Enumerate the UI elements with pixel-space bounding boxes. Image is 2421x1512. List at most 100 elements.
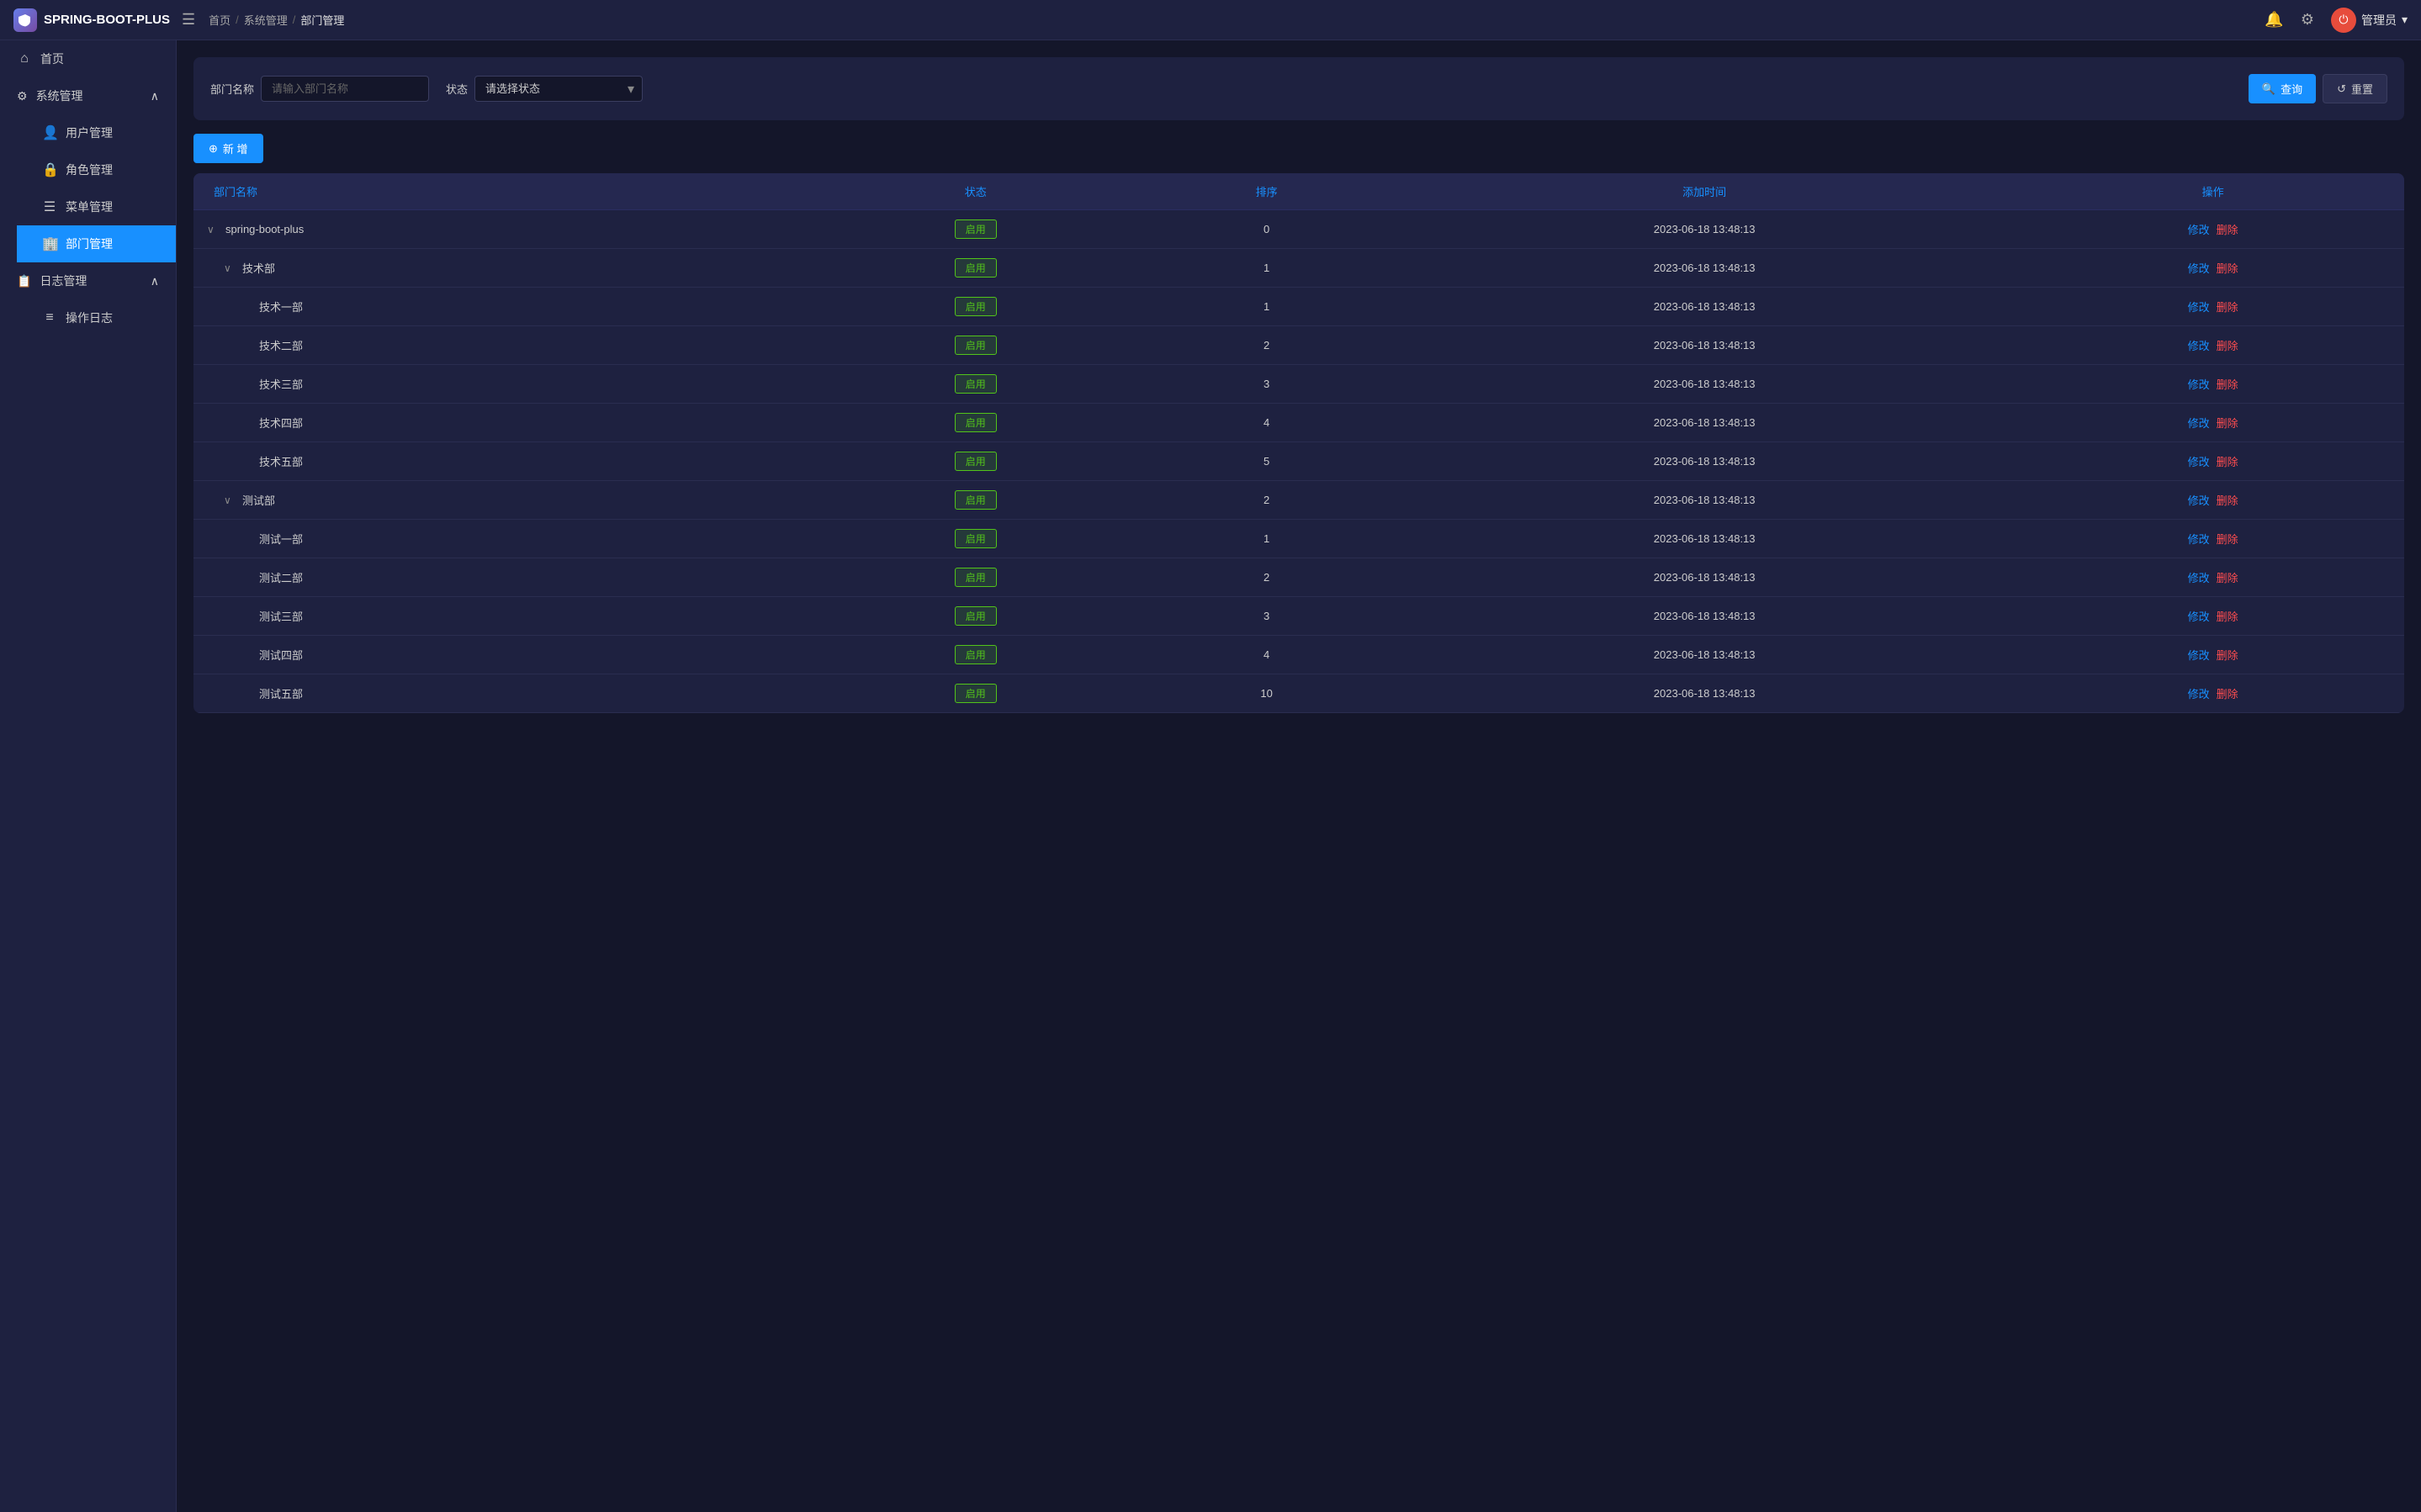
filter-row: 部门名称 状态 请选择状态 启用 禁用 🔍 xyxy=(210,74,2387,103)
status-cell: 启用 xyxy=(805,210,1146,249)
delete-button[interactable]: 删除 xyxy=(2217,301,2238,314)
sidebar-group-logs[interactable]: 📋 日志管理 ∧ xyxy=(0,262,176,299)
status-badge: 启用 xyxy=(955,336,997,355)
status-badge: 启用 xyxy=(955,219,997,239)
delete-button[interactable]: 删除 xyxy=(2217,262,2238,275)
search-button[interactable]: 🔍 查询 xyxy=(2249,74,2316,103)
filter-buttons: 🔍 查询 ↺ 重置 xyxy=(2249,74,2387,103)
status-select[interactable]: 请选择状态 启用 禁用 xyxy=(474,76,643,102)
delete-button[interactable]: 删除 xyxy=(2217,649,2238,662)
order-cell: 4 xyxy=(1146,636,1387,674)
menu-toggle-button[interactable]: ☰ xyxy=(182,11,195,29)
settings-icon[interactable]: ⚙ xyxy=(2301,11,2314,29)
add-time-cell: 2023-06-18 13:48:13 xyxy=(1387,365,2021,404)
add-time-cell: 2023-06-18 13:48:13 xyxy=(1387,442,2021,481)
users-icon: 👤 xyxy=(42,124,57,141)
dept-name-label: 部门名称 xyxy=(210,81,254,97)
order-cell: 3 xyxy=(1146,597,1387,636)
col-action: 操作 xyxy=(2021,173,2404,210)
edit-button[interactable]: 修改 xyxy=(2188,533,2210,546)
sidebar-item-home[interactable]: ⌂ 首页 xyxy=(0,40,176,77)
sidebar-item-oplogs[interactable]: ≡ 操作日志 xyxy=(17,299,176,336)
edit-button[interactable]: 修改 xyxy=(2188,301,2210,314)
delete-button[interactable]: 删除 xyxy=(2217,572,2238,584)
search-icon: 🔍 xyxy=(2262,82,2275,96)
add-time-cell: 2023-06-18 13:48:13 xyxy=(1387,636,2021,674)
col-order: 排序 xyxy=(1146,173,1387,210)
reset-button[interactable]: ↺ 重置 xyxy=(2323,74,2387,103)
action-cell: 修改删除 xyxy=(2021,404,2404,442)
delete-button[interactable]: 删除 xyxy=(2217,456,2238,468)
add-dept-button[interactable]: ⊕ 新 增 xyxy=(193,134,263,163)
table-row: 技术三部启用32023-06-18 13:48:13修改删除 xyxy=(193,365,2404,404)
breadcrumb-system[interactable]: 系统管理 xyxy=(244,12,288,28)
action-cell: 修改删除 xyxy=(2021,481,2404,520)
sidebar-item-users[interactable]: 👤 用户管理 xyxy=(17,114,176,151)
edit-button[interactable]: 修改 xyxy=(2188,262,2210,275)
status-badge: 启用 xyxy=(955,413,997,432)
tree-toggle-icon[interactable]: ∨ xyxy=(224,262,237,274)
status-cell: 启用 xyxy=(805,481,1146,520)
reset-icon: ↺ xyxy=(2337,82,2346,96)
dept-name-text: 测试一部 xyxy=(259,531,303,547)
breadcrumb-home[interactable]: 首页 xyxy=(209,12,230,28)
edit-button[interactable]: 修改 xyxy=(2188,378,2210,391)
add-time-cell: 2023-06-18 13:48:13 xyxy=(1387,674,2021,713)
delete-button[interactable]: 删除 xyxy=(2217,340,2238,352)
edit-button[interactable]: 修改 xyxy=(2188,456,2210,468)
action-cell: 修改删除 xyxy=(2021,442,2404,481)
sidebar-item-roles[interactable]: 🔒 角色管理 xyxy=(17,151,176,188)
delete-button[interactable]: 删除 xyxy=(2217,378,2238,391)
filter-bar: 部门名称 状态 请选择状态 启用 禁用 🔍 xyxy=(193,57,2404,120)
notification-icon[interactable]: 🔔 xyxy=(2265,11,2283,29)
order-cell: 4 xyxy=(1146,404,1387,442)
edit-button[interactable]: 修改 xyxy=(2188,688,2210,700)
user-menu[interactable]: ⏻ 管理员 ▾ xyxy=(2331,8,2408,33)
sidebar-logs-label: 日志管理 xyxy=(40,272,87,289)
status-cell: 启用 xyxy=(805,520,1146,558)
breadcrumb-sep-2: / xyxy=(293,13,296,26)
table-row: 测试五部启用102023-06-18 13:48:13修改删除 xyxy=(193,674,2404,713)
edit-button[interactable]: 修改 xyxy=(2188,494,2210,507)
dept-name-input[interactable] xyxy=(261,76,429,102)
dept-name-cell: 测试五部 xyxy=(193,674,805,713)
dept-name-filter-group: 部门名称 xyxy=(210,76,429,102)
sidebar-item-menus[interactable]: ☰ 菜单管理 xyxy=(17,188,176,225)
tree-toggle-icon[interactable]: ∨ xyxy=(224,494,237,506)
order-cell: 3 xyxy=(1146,365,1387,404)
delete-button[interactable]: 删除 xyxy=(2217,224,2238,236)
delete-button[interactable]: 删除 xyxy=(2217,417,2238,430)
status-cell: 启用 xyxy=(805,365,1146,404)
status-badge: 启用 xyxy=(955,374,997,394)
delete-button[interactable]: 删除 xyxy=(2217,688,2238,700)
delete-button[interactable]: 删除 xyxy=(2217,611,2238,623)
tree-toggle-icon[interactable]: ∨ xyxy=(207,224,220,235)
system-chevron-icon: ∧ xyxy=(151,89,159,103)
depts-icon: 🏢 xyxy=(42,235,57,252)
delete-button[interactable]: 删除 xyxy=(2217,494,2238,507)
edit-button[interactable]: 修改 xyxy=(2188,224,2210,236)
delete-button[interactable]: 删除 xyxy=(2217,533,2238,546)
status-cell: 启用 xyxy=(805,404,1146,442)
status-cell: 启用 xyxy=(805,326,1146,365)
dept-name-text: 测试部 xyxy=(242,492,275,508)
edit-button[interactable]: 修改 xyxy=(2188,417,2210,430)
dept-name-text: 技术五部 xyxy=(259,453,303,469)
action-bar: ⊕ 新 增 xyxy=(193,134,2404,163)
edit-button[interactable]: 修改 xyxy=(2188,572,2210,584)
table-row: 测试四部启用42023-06-18 13:48:13修改删除 xyxy=(193,636,2404,674)
main-layout: ⌂ 首页 ⚙ 系统管理 ∧ 👤 用户管理 🔒 角色管理 ☰ 菜单管理 xyxy=(0,40,2421,1512)
dept-name-text: 测试五部 xyxy=(259,685,303,701)
edit-button[interactable]: 修改 xyxy=(2188,611,2210,623)
dept-name-cell: ∨ 测试部 xyxy=(193,481,805,520)
status-cell: 启用 xyxy=(805,288,1146,326)
status-badge: 启用 xyxy=(955,645,997,664)
dept-name-cell: 技术一部 xyxy=(193,288,805,326)
dept-table-container: 部门名称 状态 排序 添加时间 操作 ∨spring-boot-plus启用02… xyxy=(193,173,2404,713)
add-time-cell: 2023-06-18 13:48:13 xyxy=(1387,326,2021,365)
edit-button[interactable]: 修改 xyxy=(2188,649,2210,662)
sidebar-group-system[interactable]: ⚙ 系统管理 ∧ xyxy=(0,77,176,114)
sidebar-item-depts[interactable]: 🏢 部门管理 xyxy=(17,225,176,262)
dept-name-text: 技术部 xyxy=(242,260,275,276)
edit-button[interactable]: 修改 xyxy=(2188,340,2210,352)
